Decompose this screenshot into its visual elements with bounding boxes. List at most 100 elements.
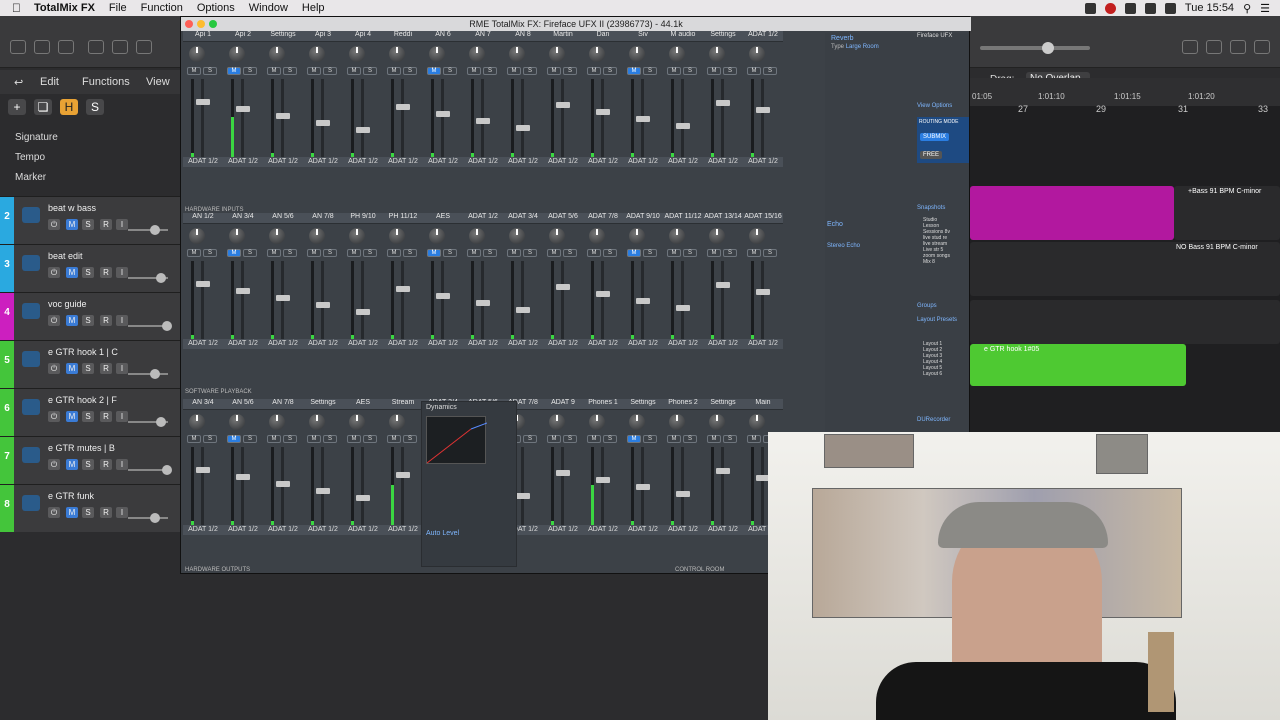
fader-cap[interactable] [556,470,570,476]
channel-name[interactable]: Settings [623,399,663,410]
solo-button[interactable]: S [523,435,537,443]
channel-routing[interactable]: ADAT 1/2 [703,525,743,535]
channel-routing[interactable]: ADAT 1/2 [383,339,423,349]
mute-button[interactable]: M [427,67,441,75]
channel-name[interactable]: AN 8 [503,31,543,42]
channel-routing[interactable]: ADAT 1/2 [743,157,783,167]
mute-button[interactable]: M [66,267,78,278]
fader-track[interactable] [601,261,604,339]
channel-name[interactable]: AES [343,399,383,410]
mute-button[interactable]: M [66,315,78,326]
fader-track[interactable] [681,261,684,339]
channel-routing[interactable]: ADAT 1/2 [503,157,543,167]
global-marker[interactable]: Marker [0,168,180,188]
fader-cap[interactable] [316,120,330,126]
mute-button[interactable]: M [267,249,281,257]
channel-routing[interactable]: ADAT 1/2 [543,339,583,349]
mute-button[interactable]: M [547,435,561,443]
channel-routing[interactable]: ADAT 1/2 [743,339,783,349]
solo-button[interactable]: S [82,363,94,374]
dropbox-icon[interactable] [1124,2,1136,14]
channel-name[interactable]: Reddi [383,31,423,42]
fader-cap[interactable] [596,109,610,115]
solo-button[interactable]: S [763,67,777,75]
mute-button[interactable]: M [387,249,401,257]
volume-slider[interactable] [980,46,1090,50]
settings-icon[interactable] [88,40,104,54]
power-icon[interactable]: ⏻ [48,411,60,422]
mute-button[interactable]: M [627,67,641,75]
solo-button[interactable]: S [483,67,497,75]
fader-track[interactable] [401,261,404,339]
channel-routing[interactable]: ADAT 1/2 [703,339,743,349]
keyboard-icon[interactable] [1164,2,1176,14]
solo-button[interactable]: S [563,67,577,75]
audio-region[interactable]: +Bass 91 BPM C-minor [1174,186,1280,240]
solo-button[interactable]: S [483,249,497,257]
fader-cap[interactable] [716,282,730,288]
channel-routing[interactable]: ADAT 1/2 [263,339,303,349]
channel-name[interactable]: ADAT 5/6 [543,213,583,224]
mute-button[interactable]: M [347,435,361,443]
channel-routing[interactable]: ADAT 1/2 [423,157,463,167]
apple-icon[interactable]:  [12,1,24,15]
mute-button[interactable]: M [547,67,561,75]
free-button[interactable]: FREE [920,151,943,159]
gain-knob[interactable] [269,414,285,430]
mute-button[interactable]: M [307,67,321,75]
channel-routing[interactable]: ADAT 1/2 [543,157,583,167]
echo-label[interactable]: Echo [827,221,843,228]
fader-cap[interactable] [676,305,690,311]
input-monitor-button[interactable]: I [116,363,128,374]
input-monitor-button[interactable]: I [116,315,128,326]
channel-name[interactable]: Stream [383,399,423,410]
fader-track[interactable] [561,447,564,525]
channel-routing[interactable]: ADAT 1/2 [183,157,223,167]
solo-button[interactable]: S [203,435,217,443]
fader-cap[interactable] [356,309,370,315]
channel-routing[interactable]: ADAT 1/2 [303,525,343,535]
channel-name[interactable]: Settings [703,399,743,410]
mute-button[interactable]: M [547,249,561,257]
mute-button[interactable]: M [507,67,521,75]
fader-cap[interactable] [276,481,290,487]
gain-knob[interactable] [589,46,605,62]
channel-name[interactable]: AES [423,213,463,224]
mute-button[interactable]: M [307,249,321,257]
fader-track[interactable] [441,79,444,157]
menu-list-icon[interactable]: ☰ [1260,2,1270,15]
fader-track[interactable] [721,79,724,157]
global-signature[interactable]: Signature [0,128,180,148]
channel-routing[interactable]: ADAT 1/2 [303,339,343,349]
channel-routing[interactable]: ADAT 1/2 [263,157,303,167]
gain-knob[interactable] [189,228,205,244]
fader-cap[interactable] [236,288,250,294]
channel-routing[interactable]: ADAT 1/2 [423,339,463,349]
clock[interactable]: Tue 15:54 [1185,2,1234,14]
fader-track[interactable] [681,79,684,157]
fader-cap[interactable] [676,491,690,497]
mute-button[interactable]: M [387,67,401,75]
solo-button[interactable]: S [683,249,697,257]
browser-icon[interactable] [1254,40,1270,54]
fader-track[interactable] [761,79,764,157]
fader-cap[interactable] [476,118,490,124]
gain-knob[interactable] [229,46,245,62]
menu-options[interactable]: Options [197,2,235,14]
solo-button[interactable]: S [683,67,697,75]
track-volume-fader[interactable] [128,229,168,231]
track-name[interactable]: e GTR hook 1 | C [48,347,118,357]
channel-name[interactable]: Phones 1 [583,399,623,410]
gain-knob[interactable] [309,414,325,430]
power-icon[interactable]: ⏻ [48,459,60,470]
audio-region[interactable]: NO Bass 91 BPM C-minor [970,242,1280,296]
fader-cap[interactable] [356,495,370,501]
mute-button[interactable]: M [347,67,361,75]
fader-cap[interactable] [276,295,290,301]
solo-button[interactable]: S [603,435,617,443]
channel-routing[interactable]: ADAT 1/2 [503,339,543,349]
gain-knob[interactable] [269,228,285,244]
fader-cap[interactable] [676,123,690,129]
track-header[interactable]: 7 e GTR mutes | B ⏻ M S R I [0,436,180,484]
channel-name[interactable]: ADAT 13/14 [703,213,743,224]
